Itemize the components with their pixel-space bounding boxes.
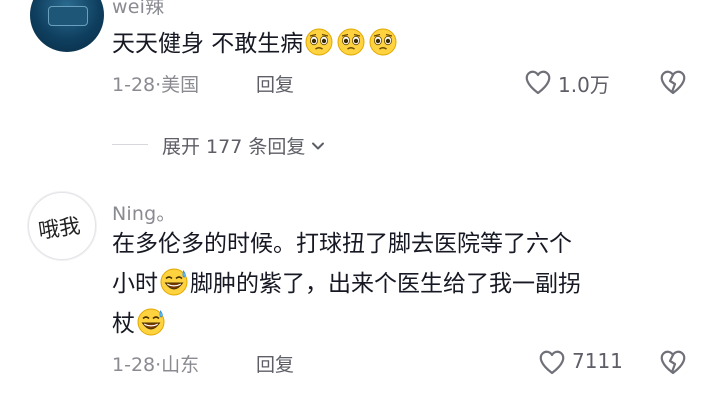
comment-username[interactable]: Ning。 [112,199,176,226]
like-count: 1.0万 [558,73,610,97]
avatar[interactable]: 哦我 [28,192,96,260]
comment-location: 美国 [161,74,200,96]
comment-text-fragment: 小时 [112,271,158,297]
heart-icon [525,70,551,95]
pleading-face-emoji-icon [337,28,365,56]
comment-text-content: 天天健身 不敢生病 [112,31,304,57]
avatar-text: 哦我 [37,214,82,244]
car-icon [48,6,88,26]
pleading-face-emoji-icon [305,28,333,56]
comment-text-fragment: 杖 [112,311,135,337]
comment-text-line: 在多伦多的时候。打球扭了脚去医院等了六个 [112,231,572,257]
comment-text: 天天健身 不敢生病 [112,24,399,64]
comment-meta: 1-28·山东 [112,350,199,377]
comment-text-line: 小时 脚肿的紫了，出来个医生给了我一副拐 [112,264,581,304]
divider [112,144,148,145]
heart-icon [539,350,565,375]
reply-button[interactable]: 回复 [256,350,294,377]
expand-replies-button[interactable]: 展开 177 条回复 [162,132,327,159]
chevron-down-icon [312,142,325,149]
dislike-button[interactable] [657,66,689,98]
comment-date: 1-28 [112,354,156,376]
broken-heart-icon [660,70,686,95]
avatar[interactable] [30,0,104,52]
pleading-face-emoji-icon [369,28,397,56]
grinning-sweat-emoji-icon [160,268,188,296]
like-button[interactable] [522,66,554,98]
like-count: 7111 [572,349,623,373]
comment-text-line: 杖 [112,304,167,344]
grinning-sweat-emoji-icon [137,308,165,336]
expand-replies-label: 展开 177 条回复 [162,136,306,158]
comment-username[interactable]: wei辣 [112,0,164,19]
comment-date: 1-28 [112,74,156,96]
comment-text-fragment: 脚肿的紫了，出来个医生给了我一副拐 [190,271,581,297]
broken-heart-icon [660,350,686,375]
comment-location: 山东 [161,354,200,376]
reply-button[interactable]: 回复 [256,70,294,97]
dislike-button[interactable] [657,346,689,378]
like-button[interactable] [536,346,568,378]
avatar-handwriting-image: 哦我 [37,214,82,244]
comment-meta: 1-28·美国 [112,70,199,97]
